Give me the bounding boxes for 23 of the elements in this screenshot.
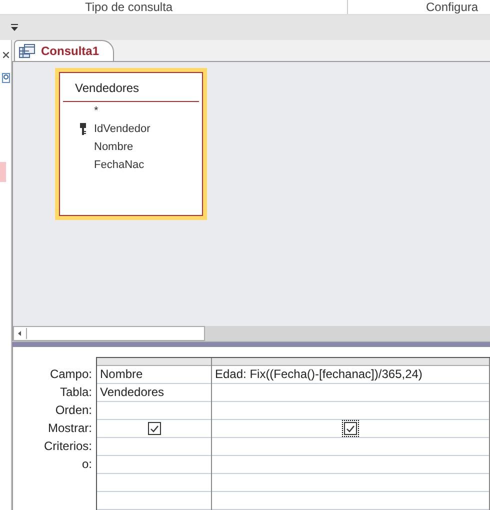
- table-title: Vendedores: [63, 73, 199, 102]
- selected-item-marker: [0, 162, 6, 182]
- field-name[interactable]: FechaNac: [94, 159, 144, 172]
- ribbon-group-label: Tipo de consulta: [85, 0, 348, 14]
- ribbon-group-label: Configura: [426, 0, 478, 14]
- grid-cell-text[interactable]: Vendedores: [100, 384, 164, 401]
- customize-toolbar-icon[interactable]: [11, 24, 18, 31]
- field-name[interactable]: Nombre: [94, 141, 134, 154]
- horizontal-scrollbar[interactable]: [13, 326, 205, 341]
- grid-cell-text[interactable]: Nombre: [100, 366, 143, 383]
- query-tab[interactable]: Consulta1: [14, 40, 114, 62]
- row-label: Mostrar:: [46, 420, 93, 437]
- collapse-icon[interactable]: [2, 52, 8, 58]
- row-label: Criterios:: [42, 438, 93, 455]
- row-label: o:: [80, 456, 93, 473]
- grid-cell-text[interactable]: Edad: Fix((Fecha()-[fechanac])/365,24): [215, 366, 422, 383]
- query-icon: [19, 44, 35, 58]
- field-name[interactable]: IdVendedor: [94, 123, 150, 136]
- row-label: Orden:: [54, 402, 93, 419]
- show-checkbox[interactable]: [148, 422, 160, 435]
- field-name[interactable]: *: [94, 105, 98, 118]
- row-label: Campo:: [48, 366, 93, 383]
- row-label: Tabla:: [58, 384, 93, 401]
